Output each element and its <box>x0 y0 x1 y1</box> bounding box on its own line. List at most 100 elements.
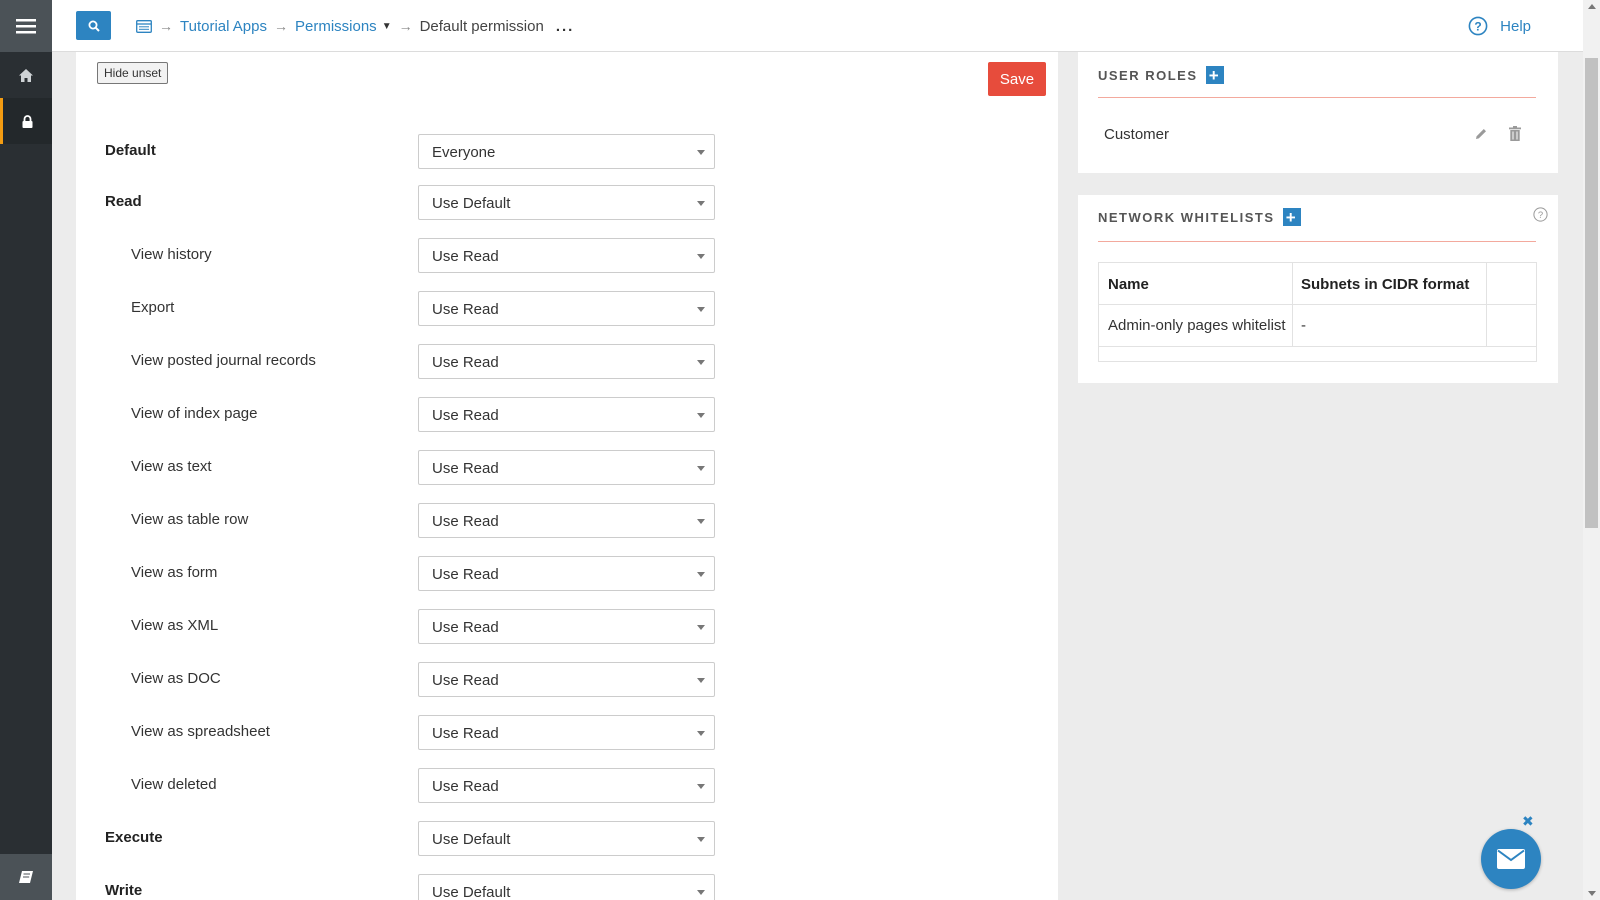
scroll-up-icon[interactable] <box>1588 4 1596 9</box>
plus-icon: + <box>1285 207 1298 227</box>
divider <box>1098 241 1536 242</box>
permission-label: Write <box>105 882 143 899</box>
permission-select-view-as-text[interactable]: Use Read <box>418 450 715 485</box>
whitelist-subnets-cell: - <box>1301 317 1306 334</box>
select-value: Use Read <box>432 778 499 795</box>
divider <box>1099 304 1536 305</box>
user-roles-title: USER ROLES + <box>1098 66 1224 84</box>
permission-row-view-as-spreadsheet: View as spreadsheet Use Read <box>76 715 1058 750</box>
network-whitelists-heading: NETWORK WHITELISTS <box>1098 209 1275 225</box>
top-bar: → Tutorial Apps → Permissions ▼ → Defaul… <box>52 0 1583 52</box>
select-value: Use Default <box>432 884 511 900</box>
breadcrumb-separator-icon: → <box>398 18 413 34</box>
scroll-down-icon[interactable] <box>1588 891 1596 896</box>
search-icon <box>88 20 100 32</box>
sidebar-item-home[interactable] <box>0 52 52 98</box>
permission-select-export[interactable]: Use Read <box>418 291 715 326</box>
permission-select-view-history[interactable]: Use Read <box>418 238 715 273</box>
window-icon[interactable] <box>136 19 152 33</box>
page-scrollbar[interactable] <box>1583 0 1600 900</box>
caret-down-icon <box>697 890 705 895</box>
divider <box>1099 346 1536 347</box>
select-value: Use Read <box>432 725 499 742</box>
more-options-button[interactable]: ... <box>556 18 575 35</box>
help-icon: ? <box>1468 16 1488 36</box>
add-role-button[interactable]: + <box>1205 66 1224 84</box>
caret-down-icon <box>697 150 705 155</box>
caret-down-icon <box>697 731 705 736</box>
permission-label: View of index page <box>131 405 258 422</box>
permission-label: Export <box>131 299 175 316</box>
permission-row-default: Default Everyone <box>76 134 1058 169</box>
book-icon <box>19 871 33 883</box>
permission-select-default[interactable]: Everyone <box>418 134 715 169</box>
role-name[interactable]: Customer <box>1104 126 1169 143</box>
save-button[interactable]: Save <box>988 62 1046 96</box>
divider <box>1098 97 1536 98</box>
help-label: Help <box>1500 17 1531 35</box>
whitelist-help-button[interactable]: ? <box>1533 207 1548 227</box>
permission-row-execute: Execute Use Default <box>76 821 1058 856</box>
trash-icon <box>1509 126 1521 141</box>
chat-button[interactable] <box>1481 829 1541 889</box>
permission-row-view-history: View history Use Read <box>76 238 1058 273</box>
breadcrumb-tutorial-apps[interactable]: Tutorial Apps <box>180 18 267 35</box>
permission-row-write: Write Use Default <box>76 874 1058 900</box>
permission-row-view-as-table-row: View as table row Use Read <box>76 503 1058 538</box>
breadcrumb-separator-icon: → <box>274 18 288 34</box>
permission-select-read[interactable]: Use Default <box>418 185 715 220</box>
select-value: Use Default <box>432 831 511 848</box>
whitelist-name-cell[interactable]: Admin-only pages whitelist <box>1108 317 1286 334</box>
delete-role-button[interactable] <box>1509 126 1521 146</box>
whitelist-table: Name Subnets in CIDR format Admin-only p… <box>1098 262 1537 362</box>
permission-row-view-posted-journal-records: View posted journal records Use Read <box>76 344 1058 379</box>
permission-select-view-as-table-row[interactable]: Use Read <box>418 503 715 538</box>
close-icon[interactable]: ✖ <box>1522 813 1534 830</box>
caret-down-icon <box>697 413 705 418</box>
permission-select-view-as-xml[interactable]: Use Read <box>418 609 715 644</box>
breadcrumb-permissions[interactable]: Permissions <box>295 18 377 35</box>
menu-button[interactable] <box>0 0 52 52</box>
permission-select-view-posted-journal-records[interactable]: Use Read <box>418 344 715 379</box>
sidebar-item-permissions[interactable] <box>0 98 52 144</box>
permission-row-view-as-doc: View as DOC Use Read <box>76 662 1058 697</box>
help-icon: ? <box>1533 207 1548 222</box>
caret-down-icon <box>697 572 705 577</box>
permission-select-view-as-doc[interactable]: Use Read <box>418 662 715 697</box>
select-value: Use Read <box>432 301 499 318</box>
select-value: Use Read <box>432 672 499 689</box>
caret-down-icon <box>697 519 705 524</box>
permission-row-view-deleted: View deleted Use Read <box>76 768 1058 803</box>
breadcrumb-separator-icon: → <box>159 18 173 34</box>
sidebar-item-docs[interactable] <box>0 854 52 900</box>
select-value: Use Read <box>432 566 499 583</box>
permission-label: Default <box>105 142 156 159</box>
permission-select-view-deleted[interactable]: Use Read <box>418 768 715 803</box>
permission-select-execute[interactable]: Use Default <box>418 821 715 856</box>
svg-text:?: ? <box>1538 210 1543 221</box>
caret-down-icon <box>697 784 705 789</box>
edit-role-button[interactable] <box>1474 127 1488 146</box>
search-button[interactable] <box>76 11 111 40</box>
permission-select-view-of-index-page[interactable]: Use Read <box>418 397 715 432</box>
permission-select-view-as-form[interactable]: Use Read <box>418 556 715 591</box>
permission-select-view-as-spreadsheet[interactable]: Use Read <box>418 715 715 750</box>
permission-label: View history <box>131 246 212 263</box>
network-whitelists-panel: NETWORK WHITELISTS + ? Name Subnets in C… <box>1078 195 1558 383</box>
help-link[interactable]: ? Help <box>1468 16 1531 36</box>
permission-row-view-as-text: View as text Use Read <box>76 450 1058 485</box>
caret-down-icon <box>697 625 705 630</box>
caret-down-icon[interactable]: ▼ <box>382 21 392 32</box>
permission-label: View deleted <box>131 776 217 793</box>
permission-row-read: Read Use Default <box>76 185 1058 220</box>
add-whitelist-button[interactable]: + <box>1282 207 1301 227</box>
scroll-thumb[interactable] <box>1585 58 1598 528</box>
select-value: Use Read <box>432 354 499 371</box>
permission-label: View as DOC <box>131 670 221 687</box>
lock-icon <box>22 114 33 128</box>
permission-select-write[interactable]: Use Default <box>418 874 715 900</box>
hide-unset-button[interactable]: Hide unset <box>97 62 169 84</box>
permission-label: View as text <box>131 458 212 475</box>
caret-down-icon <box>697 360 705 365</box>
caret-down-icon <box>697 678 705 683</box>
